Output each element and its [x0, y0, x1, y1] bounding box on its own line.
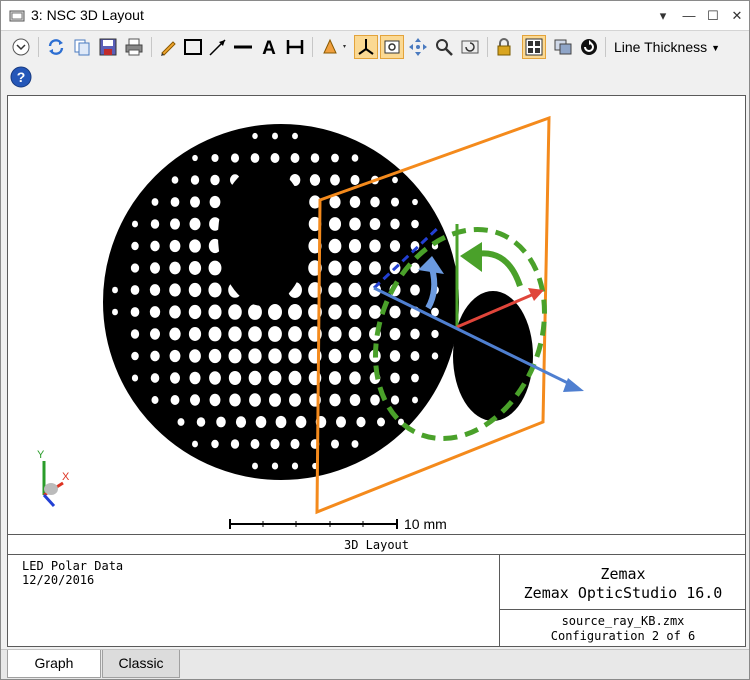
- info-software: Zemax Zemax OpticStudio 16.0: [500, 555, 746, 610]
- svg-text:A: A: [262, 38, 276, 57]
- nsc-3d-layout-window: 3: NSC 3D Layout ▾ — ☐ ✕ A Line Thicknes…: [0, 0, 750, 680]
- rectangle-icon[interactable]: [181, 35, 205, 59]
- chevron-down-icon[interactable]: ▾: [653, 6, 673, 26]
- info-file: source_ray_KB.zmx Configuration 2 of 6: [500, 611, 746, 646]
- arrow-line-icon[interactable]: [206, 35, 230, 59]
- info-date: 12/20/2016: [22, 573, 95, 587]
- info-right: Zemax Zemax OpticStudio 16.0 source_ray_…: [499, 555, 746, 646]
- tab-graph[interactable]: Graph: [7, 650, 101, 678]
- svg-text:?: ?: [17, 69, 26, 85]
- dimension-icon[interactable]: [283, 35, 307, 59]
- help-icon[interactable]: ?: [10, 66, 32, 88]
- tab-bar: Graph Classic: [1, 649, 749, 679]
- line-icon[interactable]: [231, 35, 255, 59]
- toolbar: A Line Thickness ▼ ?: [1, 31, 749, 93]
- close-button[interactable]: ✕: [727, 6, 747, 26]
- clone-window-icon[interactable]: [551, 35, 575, 59]
- info-company: Zemax: [600, 565, 646, 583]
- axis-triad: Y X: [37, 449, 70, 508]
- line-thickness-dropdown[interactable]: Line Thickness ▼: [610, 37, 724, 57]
- scale-label: 10 mm: [404, 516, 447, 532]
- axis-x-label: X: [62, 471, 70, 483]
- tab-classic[interactable]: Classic: [102, 650, 180, 678]
- info-left: LED Polar Data 12/20/2016: [22, 559, 123, 587]
- rotate-view-icon[interactable]: [380, 35, 404, 59]
- reset-view-icon[interactable]: [458, 35, 482, 59]
- window-icon: [9, 10, 25, 22]
- info-product: Zemax OpticStudio 16.0: [523, 584, 723, 602]
- zoom-icon[interactable]: [432, 35, 456, 59]
- lock-icon[interactable]: [492, 35, 516, 59]
- line-thickness-label: Line Thickness: [614, 39, 708, 55]
- plot-title: 3D Layout: [8, 534, 745, 555]
- minimize-button[interactable]: —: [679, 6, 699, 26]
- info-description: LED Polar Data: [22, 559, 124, 573]
- text-icon[interactable]: A: [257, 35, 281, 59]
- info-box: LED Polar Data 12/20/2016 Zemax Zemax Op…: [7, 554, 746, 647]
- copy-icon[interactable]: [70, 35, 94, 59]
- save-icon[interactable]: [96, 35, 120, 59]
- pencil-icon[interactable]: [156, 35, 180, 59]
- settings-chevron-icon[interactable]: [9, 35, 33, 59]
- info-configuration: Configuration 2 of 6: [550, 629, 696, 643]
- refresh-icon[interactable]: [44, 35, 68, 59]
- maximize-button[interactable]: ☐: [703, 6, 723, 26]
- info-file-name: source_ray_KB.zmx: [561, 614, 685, 628]
- graph-canvas[interactable]: Y X 10 mm 3D Layout: [7, 95, 746, 555]
- pan-icon[interactable]: [406, 35, 430, 59]
- print-icon[interactable]: [122, 35, 146, 59]
- window-title: 3: NSC 3D Layout: [31, 7, 144, 23]
- axis-icon[interactable]: [354, 35, 378, 59]
- title-bar: 3: NSC 3D Layout ▾ — ☐ ✕: [1, 1, 749, 31]
- window-layout-icon[interactable]: [522, 35, 546, 59]
- auto-update-icon[interactable]: [577, 35, 601, 59]
- caret-down-icon: ▼: [711, 43, 721, 54]
- axis-y-label: Y: [37, 449, 45, 461]
- rotate-icon[interactable]: [318, 35, 350, 59]
- scale-bar: [229, 519, 398, 529]
- layout-plot: Y X: [37, 115, 584, 529]
